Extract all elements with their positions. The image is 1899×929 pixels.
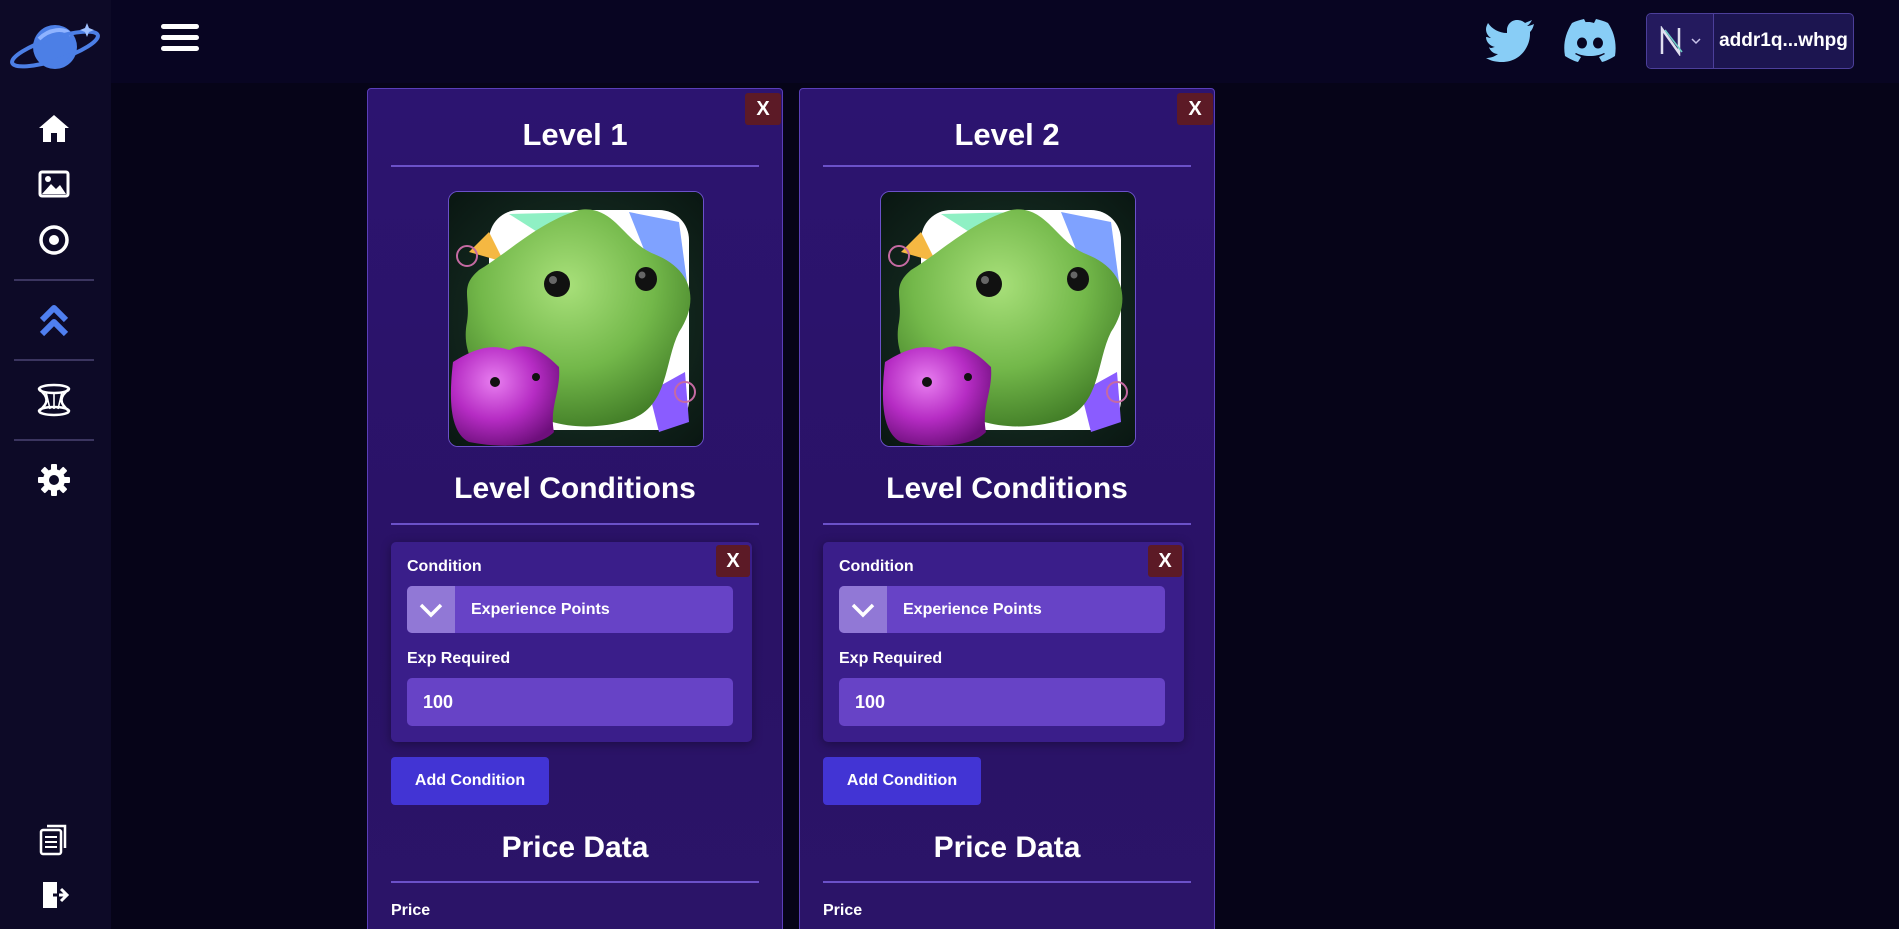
documents-icon[interactable] bbox=[36, 822, 72, 858]
level-card: X Level 2 Level Conditions X Condition E… bbox=[799, 88, 1215, 929]
wallet-button[interactable]: addr1q...whpg bbox=[1646, 13, 1854, 69]
condition-select-value: Experience Points bbox=[471, 600, 610, 618]
sidebar-divider bbox=[14, 439, 94, 441]
price-data-title: Price Data bbox=[501, 831, 649, 864]
add-condition-button[interactable]: Add Condition bbox=[391, 757, 549, 805]
divider bbox=[391, 881, 759, 883]
home-icon[interactable] bbox=[36, 110, 72, 146]
condition-select[interactable]: Experience Points bbox=[839, 586, 1165, 633]
price-label: Price bbox=[391, 902, 431, 919]
condition-select[interactable]: Experience Points bbox=[407, 586, 733, 633]
discord-icon[interactable] bbox=[1564, 18, 1616, 62]
logout-icon[interactable] bbox=[36, 877, 72, 913]
condition-label: Condition bbox=[839, 558, 914, 575]
twitter-icon[interactable] bbox=[1486, 18, 1536, 62]
divider bbox=[823, 165, 1191, 167]
divider bbox=[823, 881, 1191, 883]
level-title: Level 2 bbox=[954, 117, 1060, 152]
sidebar-divider bbox=[14, 359, 94, 361]
level-title: Level 1 bbox=[522, 117, 628, 152]
planet-logo-icon[interactable] bbox=[9, 17, 101, 75]
chevron-down-icon bbox=[839, 586, 887, 633]
condition-select-value: Experience Points bbox=[903, 600, 1042, 618]
nft-image bbox=[448, 191, 704, 447]
chevron-down-icon bbox=[1691, 38, 1701, 45]
wallet-provider-icon bbox=[1647, 14, 1714, 68]
compass-icon[interactable] bbox=[36, 222, 72, 258]
exp-required-input[interactable]: 100 bbox=[407, 678, 733, 726]
exp-required-input[interactable]: 100 bbox=[839, 678, 1165, 726]
sidebar-divider bbox=[14, 279, 94, 281]
portal-icon[interactable] bbox=[36, 382, 72, 418]
level-card: X Level 1 Level Conditions X Condition E… bbox=[367, 88, 783, 929]
divider bbox=[391, 165, 759, 167]
gear-icon[interactable] bbox=[36, 462, 72, 498]
condition-box: X Condition Experience Points Exp Requir… bbox=[391, 542, 752, 742]
chevron-down-icon bbox=[407, 586, 455, 633]
divider bbox=[391, 523, 759, 525]
level-conditions-title: Level Conditions bbox=[454, 472, 696, 505]
level-conditions-title: Level Conditions bbox=[886, 472, 1128, 505]
condition-label: Condition bbox=[407, 558, 482, 575]
remove-condition-button[interactable]: X bbox=[716, 545, 750, 577]
remove-condition-button[interactable]: X bbox=[1148, 545, 1182, 577]
price-data-title: Price Data bbox=[933, 831, 1081, 864]
exp-required-label: Exp Required bbox=[407, 650, 511, 667]
condition-box: X Condition Experience Points Exp Requir… bbox=[823, 542, 1184, 742]
top-bar: addr1q...whpg bbox=[111, 0, 1899, 83]
add-condition-button[interactable]: Add Condition bbox=[823, 757, 981, 805]
chevrons-up-icon[interactable] bbox=[36, 302, 72, 338]
divider bbox=[823, 523, 1191, 525]
price-label: Price bbox=[823, 902, 863, 919]
sidebar bbox=[0, 0, 111, 929]
nft-image bbox=[880, 191, 1136, 447]
wallet-address: addr1q...whpg bbox=[1719, 30, 1848, 51]
exp-required-label: Exp Required bbox=[839, 650, 943, 667]
menu-hamburger-icon[interactable] bbox=[161, 24, 199, 56]
image-icon[interactable] bbox=[36, 166, 72, 202]
